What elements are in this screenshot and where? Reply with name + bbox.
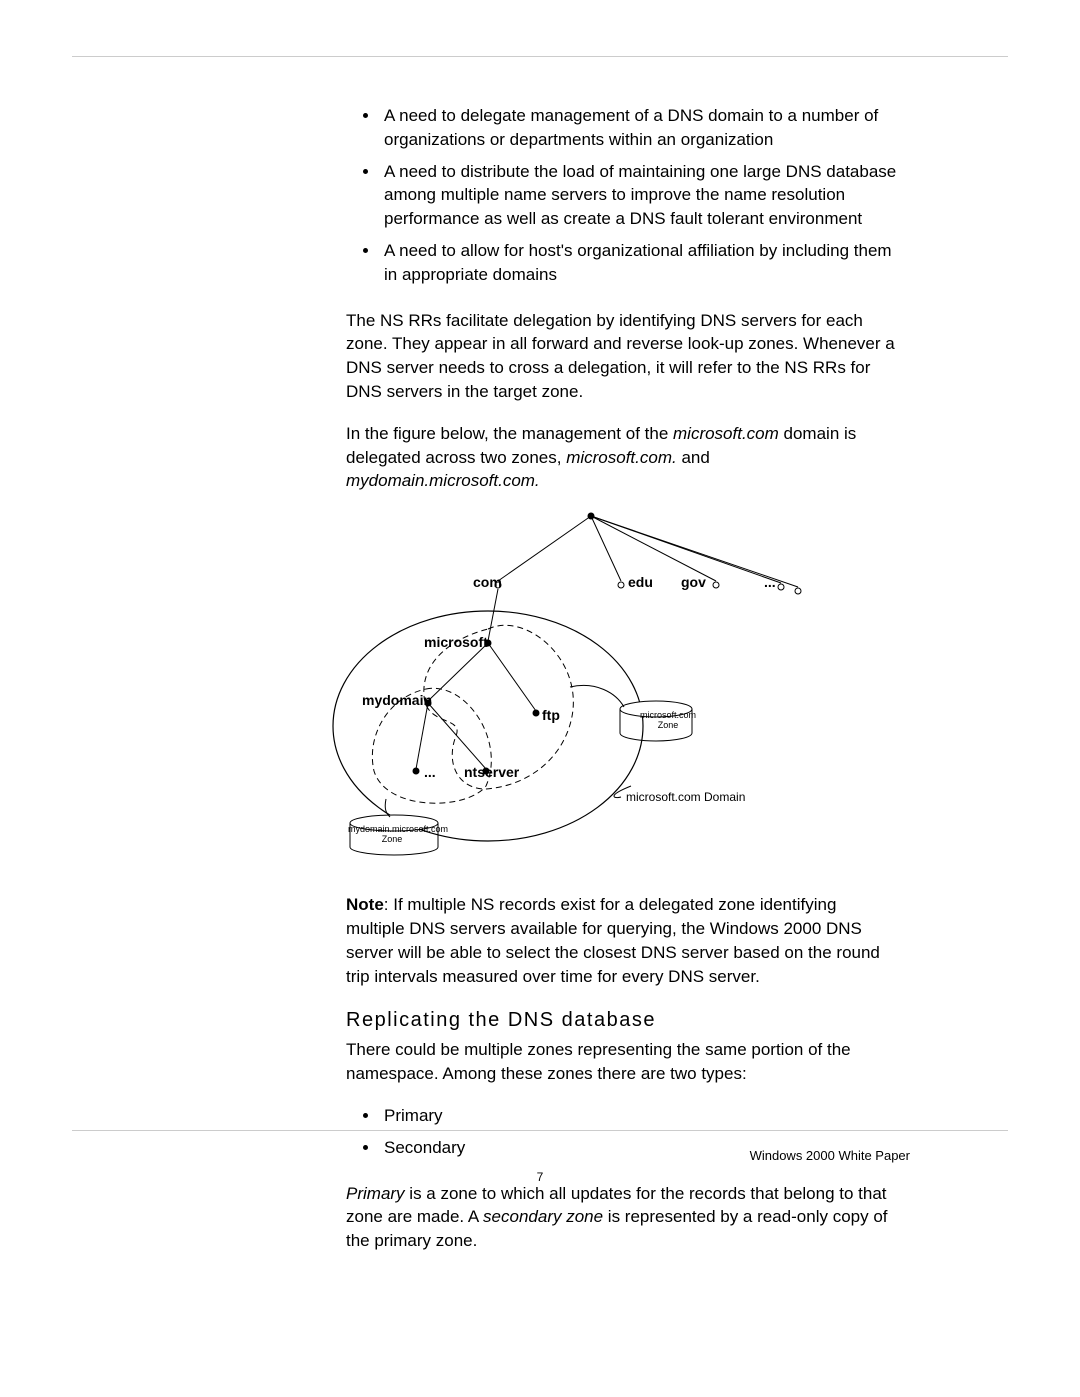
term-primary: Primary	[346, 1184, 405, 1203]
dns-hierarchy-diagram: com edu gov ... microsoft mydomain ftp .…	[346, 511, 898, 871]
domain-caption: microsoft.com Domain	[626, 789, 745, 806]
text: and	[677, 448, 710, 467]
paragraph-ns: The NS RRs facilitate delegation by iden…	[346, 309, 898, 404]
list-item: A need to delegate management of a DNS d…	[380, 104, 898, 152]
ftp-label: ftp	[542, 706, 560, 726]
mydomain-label: mydomain	[362, 691, 432, 711]
section-heading: Replicating the DNS database	[346, 1006, 898, 1034]
footer-title: Windows 2000 White Paper	[750, 1148, 910, 1163]
footer-page-number: 7	[0, 1170, 1080, 1184]
list-item: A need to distribute the load of maintai…	[380, 160, 898, 231]
zone1-label: microsoft.com Zone	[632, 711, 704, 731]
list-item: A need to allow for host's organizationa…	[380, 239, 898, 287]
paragraph-figure-intro: In the figure below, the management of t…	[346, 422, 898, 493]
note-text: : If multiple NS records exist for a del…	[346, 895, 880, 985]
paragraph-primary: Primary is a zone to which all updates f…	[346, 1182, 898, 1253]
note-paragraph: Note: If multiple NS records exist for a…	[346, 893, 898, 988]
microsoft-label: microsoft	[424, 633, 488, 653]
bottom-rule	[72, 1130, 1008, 1131]
term-secondary: secondary zone	[483, 1207, 603, 1226]
tld-com-label: com	[473, 573, 502, 593]
domain-name: microsoft.com.	[566, 448, 677, 467]
etc-label: ...	[424, 763, 436, 783]
list-item: Primary	[380, 1104, 898, 1128]
tld-etc-label: ...	[764, 573, 776, 593]
needs-list: A need to delegate management of a DNS d…	[346, 104, 898, 287]
domain-name: mydomain.microsoft.com.	[346, 471, 540, 490]
domain-name: microsoft.com	[673, 424, 779, 443]
tld-gov-label: gov	[681, 573, 706, 593]
paragraph-replication: There could be multiple zones representi…	[346, 1038, 898, 1086]
tld-edu-label: edu	[628, 573, 653, 593]
text: In the figure below, the management of t…	[346, 424, 673, 443]
ntserver-label: ntserver	[464, 763, 519, 783]
note-label: Note	[346, 895, 384, 914]
top-rule	[72, 56, 1008, 57]
zone2-label: mydomain.microsoft.com Zone	[348, 825, 436, 845]
